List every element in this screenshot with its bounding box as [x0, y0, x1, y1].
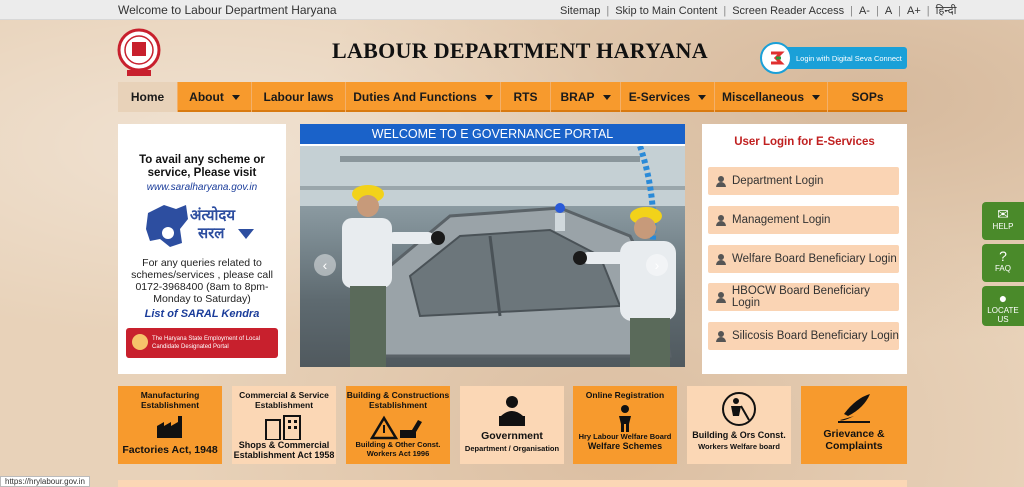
faq-widget[interactable]: ? FAQ	[982, 244, 1024, 282]
tile-bottom-subtitle: Workers Welfare board	[698, 442, 780, 451]
locate-us-widget[interactable]: ● LOCATE US	[982, 286, 1024, 326]
question-icon: ?	[999, 248, 1007, 264]
saral-hindi-line-2: सरल	[198, 225, 225, 242]
nav-e-services[interactable]: E-Services	[621, 82, 715, 112]
tile-government-department[interactable]: Government Department / Organisation	[460, 386, 564, 464]
chevron-down-icon	[698, 94, 707, 100]
tile-bottom-text: Factories Act, 1948	[122, 444, 218, 456]
digital-seva-connect-button[interactable]: Login with Digital Seva Connect	[760, 42, 907, 74]
hbocw-board-beneficiary-login-button[interactable]: HBOCW Board Beneficiary Login	[708, 283, 899, 311]
user-icon	[716, 253, 726, 265]
image-carousel: WELCOME TO E GOVERNANCE PORTAL ‹ ›	[300, 124, 685, 367]
tile-bottom-subtitle: Hry Labour Welfare Board	[578, 432, 672, 441]
user-icon	[716, 330, 726, 342]
chevron-down-icon	[602, 94, 611, 100]
digging-worker-icon	[721, 392, 757, 426]
saral-kendra-list-link[interactable]: List of SARAL Kendra	[118, 308, 286, 320]
nav-labour-laws[interactable]: Labour laws	[252, 82, 346, 112]
local-candidate-portal-banner[interactable]: The Haryana State Employment of Local Ca…	[126, 328, 278, 358]
haryana-seal-icon	[132, 334, 148, 350]
skip-to-content-link[interactable]: Skip to Main Content	[609, 5, 723, 17]
login-heading: User Login for E-Services	[734, 136, 875, 148]
tile-bottom-title: Government	[481, 430, 543, 442]
banner-text: The Haryana State Employment of Local Ca…	[152, 336, 261, 350]
tile-bottom-text: Building & Other Const. Workers Act 1996	[355, 440, 441, 458]
nav-brap[interactable]: BRAP	[551, 82, 621, 112]
chevron-right-icon: ›	[654, 257, 660, 273]
carousel-prev-button[interactable]: ‹	[314, 254, 336, 276]
nav-home[interactable]: Home	[118, 82, 178, 112]
bottom-strip	[118, 480, 907, 487]
buildings-icon	[264, 414, 304, 441]
user-login-panel: User Login for E-Services Department Log…	[702, 124, 907, 374]
top-links: Sitemap | Skip to Main Content | Screen Read…	[554, 3, 962, 18]
tile-bottom-title: Welfare Schemes	[587, 441, 663, 451]
nav-duties-and-functions[interactable]: Duties And Functions	[346, 82, 501, 112]
carousel-next-button[interactable]: ›	[646, 254, 668, 276]
queries-text: For any queries related to schemes/servi…	[131, 257, 273, 305]
chevron-down-icon	[231, 94, 240, 100]
carousel-slide-image: ‹ ›	[300, 146, 685, 367]
tile-factories-act[interactable]: Manufacturing Establishment Factories Ac…	[118, 386, 222, 464]
tile-bottom-text: Grievance & Complaints	[823, 428, 885, 452]
screen-reader-link[interactable]: Screen Reader Access	[726, 5, 850, 17]
locate-us-label: LOCATE US	[987, 306, 1019, 324]
help-label: HELP	[992, 222, 1014, 231]
help-widget[interactable]: ✉ HELP	[982, 202, 1024, 240]
tile-workers-welfare-board[interactable]: Building & Ors Const. Workers Welfare bo…	[687, 386, 791, 464]
user-icon	[716, 291, 726, 303]
carousel-title: WELCOME TO E GOVERNANCE PORTAL	[300, 124, 685, 144]
user-icon	[716, 175, 726, 187]
tile-shops-establishment[interactable]: Commercial & Service Establishment Shops…	[232, 386, 336, 464]
saral-logo[interactable]: अंत्योदय सरल	[142, 199, 262, 251]
official-icon	[497, 394, 527, 428]
page-title: LABOUR DEPARTMENT HARYANA	[332, 38, 708, 63]
tile-bottom-title: Building & Ors Const.	[692, 430, 786, 440]
chevron-down-icon	[484, 94, 493, 100]
main-nav: Home About Labour laws Duties And Functi…	[118, 82, 907, 112]
department-login-button[interactable]: Department Login	[708, 167, 899, 195]
tile-top-text: Building & Constructions Establishment	[346, 390, 450, 410]
chevron-left-icon: ‹	[322, 257, 328, 273]
tile-top-text: Online Registration	[585, 390, 665, 400]
chevron-down-icon	[812, 94, 821, 100]
welfare-board-beneficiary-login-button[interactable]: Welfare Board Beneficiary Login	[708, 245, 899, 273]
silicosis-board-beneficiary-login-button[interactable]: Silicosis Board Beneficiary Login	[708, 322, 899, 350]
nav-miscellaneous[interactable]: Miscellaneous	[715, 82, 828, 112]
envelope-icon: ✉	[997, 206, 1009, 222]
status-url: https://hrylabour.gov.in	[0, 476, 90, 487]
saral-info-panel: To avail any scheme or service, Please v…	[118, 124, 286, 374]
tile-building-construction[interactable]: Building & Constructions Establishment B…	[346, 386, 450, 464]
hindi-language-link[interactable]: हिन्दी	[930, 5, 963, 17]
nav-about[interactable]: About	[178, 82, 252, 112]
worker-icon	[613, 404, 637, 432]
saral-website-link[interactable]: www.saralharyana.gov.in	[118, 182, 286, 193]
faq-label: FAQ	[994, 264, 1011, 273]
saral-hindi-line-1: अंत्योदय	[190, 207, 236, 224]
sitemap-link[interactable]: Sitemap	[554, 5, 606, 17]
nav-sops[interactable]: SOPs	[828, 82, 907, 112]
top-bar: Welcome to Labour Department Haryana Sit…	[0, 0, 1024, 20]
user-icon	[716, 214, 726, 226]
map-pin-icon: ●	[998, 290, 1008, 306]
management-login-button[interactable]: Management Login	[708, 206, 899, 234]
nav-rts[interactable]: RTS	[501, 82, 551, 112]
haryana-emblem-logo[interactable]	[117, 26, 161, 78]
construction-icon	[369, 414, 426, 440]
tile-bottom-text: Shops & Commercial Establishment Act 195…	[233, 440, 335, 460]
font-normal-button[interactable]: A	[879, 5, 898, 17]
tile-top-text: Manufacturing Establishment	[140, 390, 200, 410]
welcome-text: Welcome to Labour Department Haryana	[118, 3, 337, 17]
tile-top-text: Commercial & Service Establishment	[239, 390, 329, 410]
digital-seva-logo-icon	[760, 42, 792, 74]
font-increase-button[interactable]: A+	[901, 5, 927, 17]
factory-icon	[155, 414, 185, 440]
digital-seva-label: Login with Digital Seva Connect	[786, 47, 907, 69]
font-decrease-button[interactable]: A-	[853, 5, 876, 17]
tile-welfare-schemes[interactable]: Online Registration Hry Labour Welfare B…	[573, 386, 677, 464]
quill-icon	[836, 392, 872, 424]
tile-grievance-complaints[interactable]: Grievance & Complaints	[801, 386, 907, 464]
tile-bottom-subtitle: Department / Organisation	[464, 444, 560, 453]
saral-heading: To avail any scheme or service, Please v…	[139, 154, 265, 179]
